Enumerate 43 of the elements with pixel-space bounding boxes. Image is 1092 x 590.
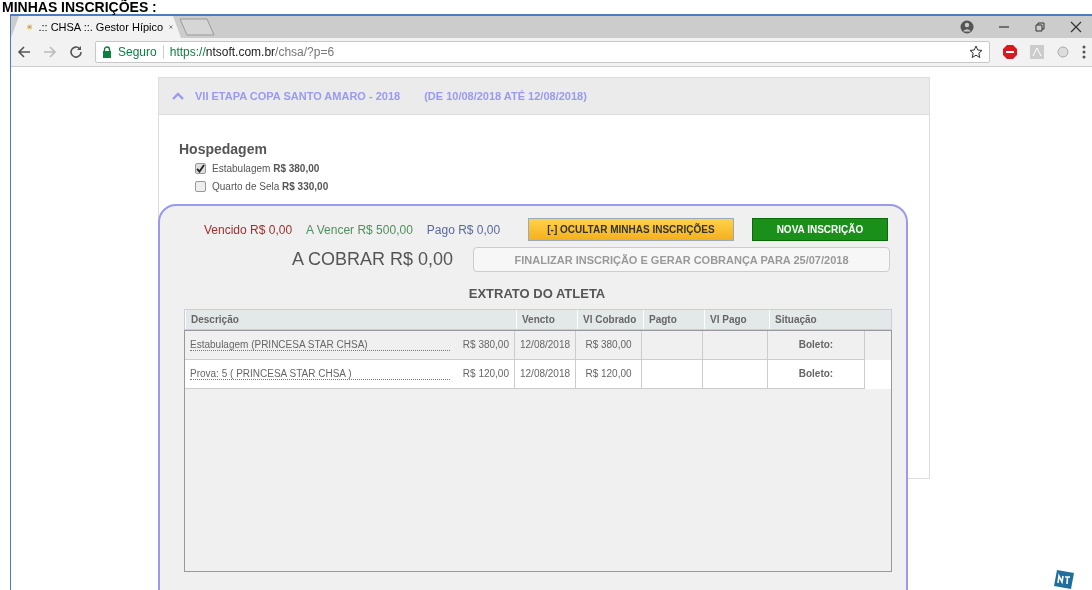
hide-registrations-button[interactable]: [-] OCULTAR MINHAS INSCRIÇÕES	[528, 218, 734, 241]
secure-label: Seguro	[118, 45, 157, 59]
profile-icon[interactable]	[960, 20, 974, 34]
page-heading: MINHAS INSCRIÇÕES :	[1, 0, 158, 14]
url-text: https://ntsoft.com.br/chsa/?p=6	[169, 45, 335, 59]
column-header: Vl Cobrado	[577, 310, 643, 329]
event-dates: (DE 10/08/2018 ATÉ 12/08/2018)	[424, 90, 587, 102]
option-label: Estabulagem R$ 380,00	[212, 163, 320, 174]
column-header: Pagto	[643, 310, 704, 329]
total-label: A Vencer R$ 500,00	[306, 222, 413, 237]
adblock-icon[interactable]	[1002, 44, 1018, 60]
star-icon[interactable]	[969, 45, 983, 59]
description-link[interactable]: Prova: 5 ( PRINCESA STAR CHSA )	[190, 368, 450, 380]
amount-text: R$ 120,00	[462, 368, 509, 380]
lock-icon	[102, 46, 112, 58]
table-cell	[642, 360, 703, 389]
column-header: Vencto	[516, 310, 577, 329]
address-bar[interactable]: Seguro https://ntsoft.com.br/chsa/?p=6	[95, 41, 990, 63]
statement-title: EXTRATO DO ATLETA	[467, 286, 607, 301]
table-cell: R$ 120,00	[576, 360, 642, 389]
section-title: Hospedagem	[179, 141, 268, 157]
menu-icon[interactable]	[1082, 45, 1086, 59]
reload-icon[interactable]	[69, 45, 83, 59]
total-label: Pago R$ 0,00	[426, 222, 501, 237]
new-registration-button[interactable]: NOVA INSCRIÇÃO	[751, 218, 889, 241]
browser-tab[interactable]: .:: CHSA ::. Gestor Hípico	[11, 16, 181, 38]
table-cell	[703, 360, 768, 389]
table-cell: Boleto:	[768, 360, 865, 389]
column-header: Situação	[769, 310, 889, 329]
option-label: Quarto de Sela R$ 330,00	[212, 181, 329, 192]
checkbox[interactable]	[195, 163, 206, 174]
back-icon[interactable]	[17, 45, 31, 59]
amount-text: R$ 380,00	[462, 339, 509, 351]
table-cell: 12/08/2018	[515, 360, 576, 389]
restore-icon[interactable]	[1034, 21, 1046, 33]
event-title: VII ETAPA COPA SANTO AMARO - 2018	[195, 90, 401, 102]
checkbox[interactable]	[195, 181, 206, 192]
column-header: Descrição	[185, 310, 516, 329]
column-header: Vl Pago	[704, 310, 769, 329]
amount-to-charge: A COBRAR R$ 0,00	[292, 249, 454, 270]
close-icon[interactable]	[1070, 21, 1082, 33]
description-link[interactable]: Estabulagem (PRINCESA STAR CHSA)	[190, 339, 450, 351]
total-label: Vencido R$ 0,00	[204, 222, 293, 237]
